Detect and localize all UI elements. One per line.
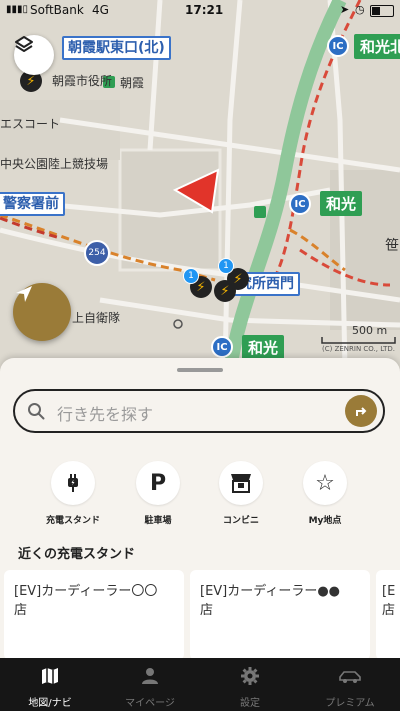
station-name: [EV]カーディーラー〇〇: [14, 584, 158, 599]
map-label-wako-ic[interactable]: 和光: [242, 335, 285, 360]
map-label-asaka-station[interactable]: 朝霞駅東口(北): [62, 36, 171, 60]
station-card[interactable]: [EV]カーディーラー〇〇 店: [4, 570, 184, 660]
signal-icon: ▮▮▮▯: [6, 4, 29, 15]
quick-action-parking[interactable]: P 駐車場: [123, 461, 193, 526]
quick-action-convenience[interactable]: コンビニ: [206, 461, 276, 526]
charging-plug-icon: [51, 461, 95, 505]
tab-premium[interactable]: プレミアム: [300, 658, 400, 711]
layers-button[interactable]: [14, 35, 54, 75]
tab-label: マイページ: [125, 698, 175, 709]
station-name-cont: 店: [14, 603, 28, 618]
parking-icon: P: [136, 461, 180, 505]
map-label-athletics: 中央公園陸上競技場: [0, 157, 109, 171]
navigation-arrow-icon: [16, 286, 32, 302]
quick-action-my-places[interactable]: ☆ My地点: [290, 461, 360, 526]
map-view[interactable]: ▮▮▮▯ SoftBank 4G 17:21 ➤ ◷ 朝霞駅東口(北) 朝霞市役…: [0, 0, 400, 370]
map-label-asaka: 朝霞: [120, 76, 145, 90]
quick-action-label: 充電スタンド: [45, 516, 100, 526]
tab-label: 設定: [240, 698, 260, 709]
map-label-self-defense: 上自衛隊: [72, 311, 121, 325]
destination-search-bar[interactable]: 行き先を探す: [13, 389, 385, 433]
carrier-name: SoftBank: [30, 3, 84, 17]
network-type: 4G: [92, 3, 109, 17]
route-button[interactable]: [345, 395, 377, 427]
station-name: [EV]カーディーラー●●: [200, 584, 341, 599]
tab-settings[interactable]: 設定: [200, 658, 300, 711]
clock: 17:21: [185, 3, 224, 17]
alarm-icon: ◷: [355, 3, 365, 16]
station-card[interactable]: [E 店: [376, 570, 400, 660]
sheet-drag-handle[interactable]: [177, 368, 223, 372]
layers-icon: [15, 36, 33, 52]
quick-action-label: My地点: [308, 516, 342, 526]
station-name-cont: 店: [200, 603, 214, 618]
station-name: [E: [382, 584, 396, 599]
person-icon: [142, 668, 158, 684]
station-card[interactable]: [EV]カーディーラー●● 店: [190, 570, 370, 660]
pin-count-badge: 1: [218, 258, 234, 274]
route-254-shield: 254: [84, 240, 110, 266]
ic-badge: IC: [211, 336, 233, 358]
quick-action-charging[interactable]: 充電スタンド: [38, 461, 108, 526]
search-input[interactable]: 行き先を探す: [57, 401, 153, 425]
tab-my-page[interactable]: マイページ: [100, 658, 200, 711]
location-arrow-icon: ➤: [340, 3, 350, 16]
map-label-city-hall: 朝霞市役所: [52, 74, 113, 88]
station-name-cont: 店: [382, 603, 396, 618]
turn-right-icon: [356, 407, 367, 416]
battery-icon: [370, 5, 394, 17]
map-label-wako[interactable]: 和光: [320, 191, 363, 216]
car-icon: [339, 671, 361, 683]
status-bar: ▮▮▮▯ SoftBank 4G 17:21 ➤ ◷: [0, 0, 400, 22]
ic-badge: IC: [289, 193, 311, 215]
current-location-button[interactable]: [13, 283, 71, 341]
ic-badge: IC: [327, 35, 349, 57]
map-label-kasa: 笹: [385, 238, 399, 254]
map-label-police[interactable]: 警察署前: [0, 192, 65, 216]
map-copyright: (C) ZENRIN CO., LTD.: [322, 345, 396, 353]
map-icon: [42, 668, 58, 684]
tab-map-navi[interactable]: 地図/ナビ: [0, 658, 100, 711]
map-scale-label: 500 m: [352, 324, 388, 337]
tab-bar: 地図/ナビ マイページ 設定 プレミアム: [0, 658, 400, 711]
quick-action-label: コンビニ: [222, 516, 259, 526]
nearby-stations-heading: 近くの充電スタンド: [18, 547, 136, 562]
tab-label: 地図/ナビ: [28, 698, 72, 709]
bottom-sheet: 行き先を探す 充電スタンド P 駐車場 コンビニ ☆ My地点 近くの充電スタン…: [0, 358, 400, 660]
map-label-escort: エスコート: [0, 117, 61, 131]
tab-label: プレミアム: [325, 698, 375, 709]
gear-icon: [241, 667, 259, 685]
pin-count-badge: 1: [183, 268, 199, 284]
quick-action-label: 駐車場: [144, 516, 172, 526]
star-icon: ☆: [303, 461, 347, 505]
convenience-store-icon: [219, 461, 263, 505]
search-icon: [28, 403, 45, 420]
map-label-wako-kita[interactable]: 和光北: [354, 34, 400, 59]
